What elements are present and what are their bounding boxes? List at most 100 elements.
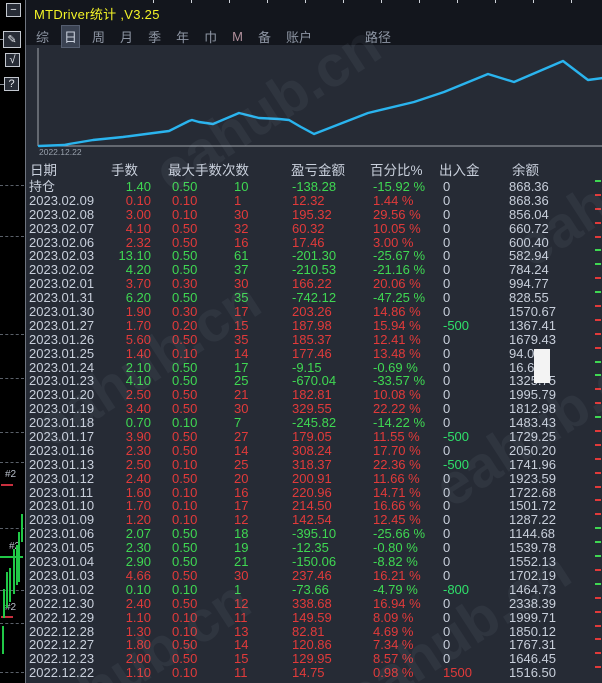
cell-inout: 0	[443, 609, 451, 625]
col-header-balance: 余额	[512, 163, 539, 178]
cell-count: 1	[234, 581, 242, 597]
table-row: 2023.01.17 3.90 0.50 27 179.05 11.55 % -…	[26, 430, 602, 444]
cell-lots: 2.40	[125, 595, 151, 611]
clipped-column-edge	[595, 582, 601, 585]
cell-lots: 4.20	[125, 262, 151, 278]
mtdriver-stats-window: #2 #2 #2 − ✎ √? MTDriver统计 ,V3.25 综日周月季年巾M…	[0, 0, 602, 683]
cell-lots: 1.80	[125, 637, 151, 653]
cell-percent: 10.08 %	[373, 387, 421, 403]
cell-count: 15	[234, 317, 249, 333]
cell-maxlots: 0.50	[172, 387, 198, 403]
menu-item-周[interactable]: 周	[90, 26, 107, 47]
cell-percent: 1.44 %	[373, 192, 414, 208]
clipped-column-edge	[595, 624, 601, 627]
cell-maxlots: 0.50	[172, 526, 198, 542]
cell-balance: 660.72	[509, 220, 549, 236]
cell-lots: 1.70	[125, 498, 151, 514]
table-row: 2023.02.08 3.00 0.10 30 195.32 29.56 % 0…	[26, 206, 602, 222]
menu-item-M[interactable]: M	[230, 28, 245, 45]
cell-pnl: 195.32	[292, 206, 332, 222]
cell-percent: -4.79 %	[373, 581, 418, 597]
cell-maxlots: 0.10	[172, 206, 198, 222]
cell-date: 2023.01.13	[29, 456, 95, 472]
cell-balance: 1144.68	[509, 526, 556, 542]
cell-balance: 1741.96	[509, 456, 556, 472]
cell-maxlots: 0.50	[172, 262, 198, 278]
cell-count: 27	[234, 429, 249, 445]
cell-maxlots: 0.50	[172, 331, 198, 347]
cell-percent: 11.55 %	[373, 429, 420, 445]
cell-date: 2023.01.11	[29, 484, 94, 500]
menu-item-月[interactable]: 月	[118, 26, 135, 47]
cell-balance: 868.36	[509, 179, 549, 194]
col-header-lots: 手数	[111, 163, 138, 178]
cell-lots: 1.40	[125, 179, 151, 194]
menu-item-日[interactable]: 日	[61, 25, 81, 48]
cell-count: 16	[234, 484, 249, 500]
cell-date: 2023.01.20	[29, 387, 95, 403]
cell-lots: 2.50	[125, 456, 151, 472]
table-row: 2023.02.07 4.10 0.50 32 60.32 10.05 % 0 …	[26, 220, 602, 236]
menu-item-季[interactable]: 季	[146, 26, 163, 47]
clipped-column-edge	[595, 193, 601, 196]
table-row: 2023.01.11 1.60 0.10 16 220.96 14.71 % 0…	[26, 484, 602, 500]
menu-item-年[interactable]: 年	[174, 26, 191, 47]
cell-count: 19	[234, 540, 249, 556]
cell-maxlots: 0.10	[172, 456, 198, 472]
clipped-column-edge	[595, 527, 601, 530]
cell-lots: 3.70	[125, 276, 151, 292]
menu-item-巾[interactable]: 巾	[202, 26, 219, 47]
table-header: 日期 手数 最大手数次数 盈亏金额 百分比% 出入金 余额	[26, 158, 602, 178]
cell-pnl: -9.15	[292, 359, 322, 375]
clipped-column-edge	[595, 457, 601, 460]
cell-inout: 0	[443, 373, 451, 389]
clipped-column-edge	[595, 666, 601, 669]
cell-inout: 0	[443, 304, 451, 320]
cell-lots: 6.20	[125, 290, 151, 306]
minimize-button[interactable]: −	[6, 3, 21, 17]
cell-maxlots: 0.10	[172, 623, 198, 639]
menu-item-备[interactable]: 备	[256, 26, 273, 47]
menu-item-账户[interactable]: 账户	[284, 26, 314, 47]
cell-count: 25	[234, 456, 249, 472]
cell-date: 2023.01.18	[29, 415, 95, 431]
cell-maxlots: 0.10	[172, 498, 198, 514]
clipped-column-edge	[595, 207, 601, 210]
cell-lots: 0.10	[125, 192, 151, 208]
cell-date: 2023.02.06	[29, 234, 95, 250]
table-row: 2023.01.20 2.50 0.50 21 182.81 10.08 % 0…	[26, 388, 602, 402]
candlestick	[6, 572, 8, 608]
cell-count: 12	[234, 595, 249, 611]
cell-date: 2023.01.09	[29, 512, 95, 528]
confirm-button[interactable]: √	[5, 53, 20, 67]
cell-count: 11	[234, 665, 248, 681]
cell-percent: -14.22 %	[373, 415, 426, 431]
cell-maxlots: 0.50	[172, 595, 198, 611]
cell-maxlots: 0.10	[172, 415, 198, 431]
edit-button[interactable]: ✎	[3, 31, 21, 48]
cell-inout: 0	[443, 331, 451, 347]
cell-date: 2023.01.26	[29, 331, 95, 347]
cell-maxlots: 0.10	[172, 581, 198, 597]
cell-balance: 1552.13	[509, 554, 556, 570]
menu-item-路径[interactable]: 路径	[363, 26, 393, 47]
cell-inout: 0	[443, 623, 451, 639]
cell-pnl: 179.05	[292, 429, 332, 445]
cell-pnl: -245.82	[292, 415, 337, 431]
candlestick	[3, 589, 5, 618]
stats-table-body: 持仓 1.40 0.50 10 -138.28 -15.92 % 0 868.3…	[26, 180, 602, 680]
clipped-column-edge	[595, 277, 601, 280]
cell-inout: 1500	[443, 665, 472, 681]
col-header-pnl: 盈亏金额	[291, 163, 345, 178]
cell-maxlots: 0.50	[172, 179, 198, 194]
clipped-column-edge	[595, 360, 601, 363]
grid-dash	[0, 432, 24, 433]
cell-balance: 1367.41	[509, 317, 556, 333]
help-button[interactable]: ?	[4, 77, 19, 91]
cell-percent: 14.86 %	[373, 304, 421, 320]
clipped-column-edge	[595, 305, 601, 308]
cell-percent: 12.45 %	[373, 512, 421, 528]
menu-item-综[interactable]: 综	[34, 26, 51, 47]
cell-count: 25	[234, 373, 249, 389]
panel-titlebar: MTDriver统计 ,V3.25 综日周月季年巾 M 备账户 路径	[26, 0, 602, 48]
